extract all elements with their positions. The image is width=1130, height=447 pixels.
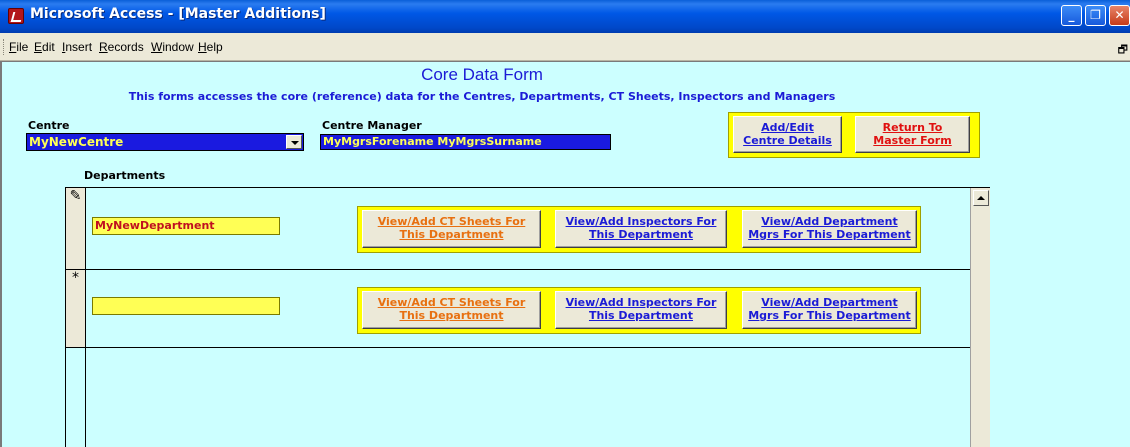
form-title: Core Data Form (421, 65, 543, 84)
menu-grip-handle[interactable] (3, 39, 6, 55)
core-data-form: Core Data Form This forms accesses the c… (0, 61, 1130, 447)
form-subtitle: This forms accesses the core (reference)… (128, 90, 836, 103)
menu-records[interactable]: Records (99, 40, 144, 54)
maximize-button[interactable]: ❐ (1085, 5, 1106, 26)
table-row: * View/Add CT Sheets For This Department… (66, 270, 970, 348)
access-app-icon[interactable] (8, 8, 24, 24)
view-add-inspectors-button[interactable]: View/Add Inspectors For This Department (555, 210, 727, 248)
menu-bar: File Edit Insert Records Window Help 🗗 (0, 33, 1130, 61)
view-add-ct-sheets-button[interactable]: View/Add CT Sheets For This Department (362, 210, 541, 248)
centre-label: Centre (28, 119, 70, 132)
chevron-down-icon[interactable] (286, 135, 302, 149)
view-add-dept-mgrs-button[interactable]: View/Add Department Mgrs For This Depart… (742, 210, 917, 248)
menu-edit[interactable]: Edit (34, 40, 55, 54)
window-title: Microsoft Access - [Master Additions] (30, 6, 326, 22)
add-edit-centre-button[interactable]: Add/Edit Centre Details (733, 116, 842, 153)
centre-combo-value: MyNewCentre (29, 135, 124, 149)
close-button[interactable]: ✕ (1109, 5, 1130, 26)
department-field[interactable]: MyNewDepartment (92, 217, 280, 235)
departments-label: Departments (84, 169, 166, 182)
title-bar: Microsoft Access - [Master Additions] _ … (0, 0, 1130, 33)
return-to-master-button[interactable]: Return To Master Form (855, 116, 970, 153)
menu-window[interactable]: Window (151, 40, 194, 54)
restore-window-icon[interactable]: 🗗 (1118, 41, 1128, 60)
centre-combo-box[interactable]: MyNewCentre (26, 133, 304, 151)
minimize-button[interactable]: _ (1061, 5, 1082, 26)
view-add-dept-mgrs-button[interactable]: View/Add Department Mgrs For This Depart… (742, 291, 917, 329)
departments-subform: ✎ MyNewDepartment View/Add CT Sheets For… (65, 187, 990, 447)
centre-manager-field[interactable]: MyMgrsForename MyMgrsSurname (320, 134, 611, 150)
vertical-scrollbar[interactable] (970, 188, 990, 447)
scroll-up-arrow-icon[interactable] (973, 190, 989, 206)
new-record-asterisk-icon[interactable]: * (66, 270, 86, 347)
menu-insert[interactable]: Insert (62, 40, 92, 54)
pencil-icon[interactable]: ✎ (66, 188, 86, 269)
centre-manager-label: Centre Manager (322, 119, 422, 132)
view-add-ct-sheets-button[interactable]: View/Add CT Sheets For This Department (362, 291, 541, 329)
new-department-field[interactable] (92, 297, 280, 315)
table-row: ✎ MyNewDepartment View/Add CT Sheets For… (66, 188, 970, 270)
view-add-inspectors-button[interactable]: View/Add Inspectors For This Department (555, 291, 727, 329)
menu-file[interactable]: File (9, 40, 28, 54)
menu-help[interactable]: Help (198, 40, 223, 54)
